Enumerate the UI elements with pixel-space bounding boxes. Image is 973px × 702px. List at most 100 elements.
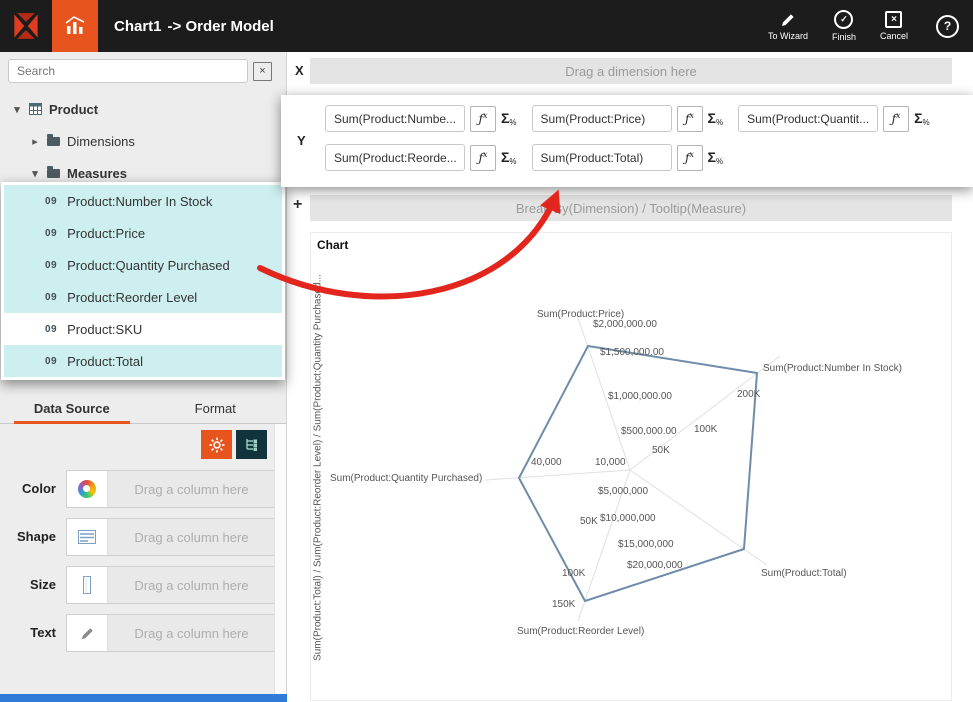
shape-dropzone[interactable]: Drag a column here xyxy=(108,519,275,555)
y-axis-label: Y xyxy=(297,133,306,148)
measure-item-reorder-level[interactable]: 09 Product:Reorder Level xyxy=(4,281,282,313)
sigma-percent-button[interactable]: Σ% xyxy=(708,150,724,166)
measure-item-price[interactable]: 09 Product:Price xyxy=(4,217,282,249)
sigma-percent-button[interactable]: Σ% xyxy=(914,111,930,127)
check-circle-icon: ✓ xyxy=(834,10,853,29)
function-fx-button[interactable]: ƒx xyxy=(470,145,496,171)
text-icon-cell[interactable] xyxy=(67,615,108,651)
finish-button[interactable]: ✓ Finish xyxy=(832,10,856,42)
numeric-type-icon: 09 xyxy=(45,228,57,239)
cancel-button[interactable]: × Cancel xyxy=(880,11,908,41)
chevron-down-icon[interactable]: ▾ xyxy=(12,103,22,116)
radar-tick: $1,000,000.00 xyxy=(608,391,672,402)
numeric-type-icon: 09 xyxy=(45,356,57,367)
pencil-icon xyxy=(780,12,796,28)
model-name: -> Order Model xyxy=(168,18,274,35)
measure-item-number-in-stock[interactable]: 09 Product:Number In Stock xyxy=(4,185,282,217)
chevron-down-icon[interactable]: ▾ xyxy=(30,167,40,180)
field-sidebar: × ▾ Product ▸ Dimensions ▾ Measures 0 xyxy=(0,52,287,702)
radar-tick: $1,500,000.00 xyxy=(600,347,664,358)
chevron-right-icon[interactable]: ▸ xyxy=(30,135,40,148)
numeric-type-icon: 09 xyxy=(45,324,57,335)
radar-tick: 40,000 xyxy=(531,457,562,468)
palette-icon xyxy=(78,480,96,498)
search-input[interactable] xyxy=(8,59,248,83)
tab-data-source[interactable]: Data Source xyxy=(0,394,144,423)
pill-quantity-purchased[interactable]: Sum(Product:Quantit... xyxy=(738,105,878,132)
app-logo[interactable] xyxy=(0,0,52,52)
hierarchy-button[interactable] xyxy=(236,430,267,459)
tree-item-dimensions[interactable]: ▸ Dimensions xyxy=(0,126,287,156)
search-clear-button[interactable]: × xyxy=(253,62,272,81)
shape-label: Shape xyxy=(0,518,56,556)
folder-icon xyxy=(47,137,60,146)
percent-glyph: % xyxy=(716,157,723,166)
measure-item-quantity-purchased[interactable]: 09 Product:Quantity Purchased xyxy=(4,249,282,281)
measure-label: Product:SKU xyxy=(67,322,142,337)
sigma-percent-button[interactable]: Σ% xyxy=(501,111,517,127)
y-measures-callout-box: Y Sum(Product:Numbe... ƒx Σ% Sum(Product… xyxy=(281,95,973,187)
shape-property-row: Shape Drag a column here xyxy=(0,518,287,556)
color-dropzone[interactable]: Drag a column here xyxy=(108,471,275,507)
pill-reorder-level[interactable]: Sum(Product:Reorde... xyxy=(325,144,465,171)
text-control: Drag a column here xyxy=(66,614,276,652)
add-axis-button[interactable]: + xyxy=(293,196,302,214)
percent-glyph: % xyxy=(716,118,723,127)
size-label: Size xyxy=(0,566,56,604)
chart-canvas: X Drag a dimension here + Break By(Dimen… xyxy=(287,52,973,702)
sidebar-scrollbar-track[interactable] xyxy=(274,424,286,694)
sidebar-bottom-scrollbar[interactable] xyxy=(0,694,287,702)
tab-format[interactable]: Format xyxy=(144,394,288,423)
x-axis-label: X xyxy=(295,63,304,78)
size-icon-cell[interactable] xyxy=(67,567,108,603)
size-dropzone[interactable]: Drag a column here xyxy=(108,567,275,603)
fx-sub-glyph: x xyxy=(690,150,695,159)
color-control: Drag a column here xyxy=(66,470,276,508)
pill-number-in-stock[interactable]: Sum(Product:Numbe... xyxy=(325,105,465,132)
x-dimension-dropzone[interactable]: Drag a dimension here xyxy=(310,58,952,84)
to-wizard-label: To Wizard xyxy=(768,31,808,41)
fx-sub-glyph: x xyxy=(483,111,488,120)
close-box-icon: × xyxy=(885,11,902,28)
measure-item-sku[interactable]: 09 Product:SKU xyxy=(4,313,282,345)
numeric-type-icon: 09 xyxy=(45,260,57,271)
chart-type-button[interactable] xyxy=(52,0,98,52)
top-bar: Chart1-> Order Model To Wizard ✓ Finish … xyxy=(0,0,973,52)
function-fx-button[interactable]: ƒx xyxy=(677,145,703,171)
to-wizard-button[interactable]: To Wizard xyxy=(768,12,808,41)
help-button[interactable]: ? xyxy=(936,15,959,38)
shape-icon-cell[interactable] xyxy=(67,519,108,555)
finish-label: Finish xyxy=(832,32,856,42)
function-fx-button[interactable]: ƒx xyxy=(470,106,496,132)
sigma-percent-button[interactable]: Σ% xyxy=(708,111,724,127)
y-pill-group: Sum(Product:Numbe... ƒx Σ% xyxy=(325,105,517,132)
sigma-percent-button[interactable]: Σ% xyxy=(501,150,517,166)
radar-axis-label-number-in-stock: Sum(Product:Number In Stock) xyxy=(763,363,902,374)
text-dropzone[interactable]: Drag a column here xyxy=(108,615,275,651)
app-logo-icon xyxy=(12,12,40,40)
function-fx-button[interactable]: ƒx xyxy=(883,106,909,132)
tree-item-label: Product xyxy=(49,102,98,117)
palette-icon-cell[interactable] xyxy=(67,471,108,507)
radar-tick: 100K xyxy=(694,424,717,435)
radar-tick: 10,000 xyxy=(595,457,626,468)
tree-item-product[interactable]: ▾ Product xyxy=(0,94,287,124)
function-fx-button[interactable]: ƒx xyxy=(677,106,703,132)
pill-price[interactable]: Sum(Product:Price) xyxy=(532,105,672,132)
radar-axis-label-quantity-purchased: Sum(Product:Quantity Purchased) xyxy=(330,473,482,484)
table-icon xyxy=(29,103,42,115)
tree-item-label: Measures xyxy=(67,166,127,181)
radar-axis-label-total: Sum(Product:Total) xyxy=(761,568,847,579)
radar-tick: $10,000,000 xyxy=(600,513,656,524)
numeric-type-icon: 09 xyxy=(45,196,57,207)
measure-item-total[interactable]: 09 Product:Total xyxy=(4,345,282,377)
pill-total[interactable]: Sum(Product:Total) xyxy=(532,144,672,171)
break-by-dropzone[interactable]: Break By(Dimension) / Tooltip(Measure) xyxy=(310,195,952,221)
radar-tick: 200K xyxy=(737,389,760,400)
radar-tick: $15,000,000 xyxy=(618,539,674,550)
color-property-row: Color Drag a column here xyxy=(0,470,287,508)
radar-tick: $5,000,000 xyxy=(598,486,648,497)
settings-button[interactable] xyxy=(201,430,232,459)
report-name: Chart1 xyxy=(114,18,162,35)
radar-tick: $2,000,000.00 xyxy=(593,319,657,330)
